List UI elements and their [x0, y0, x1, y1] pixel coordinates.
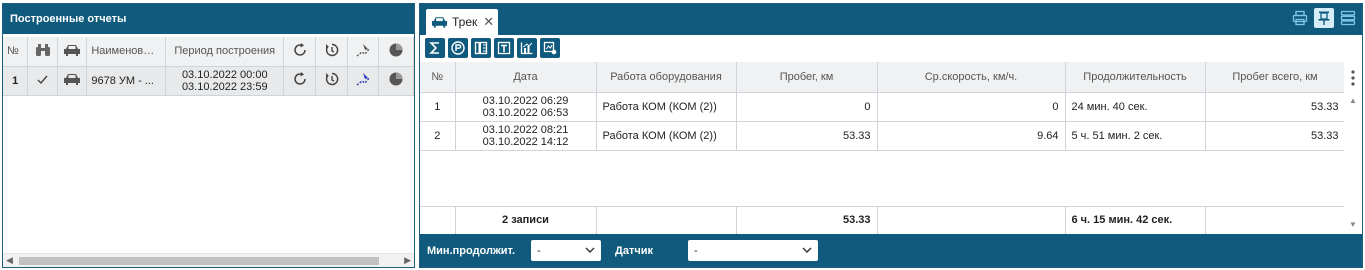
list-view-icon[interactable] — [1338, 8, 1358, 28]
timer-icon[interactable] — [315, 37, 349, 67]
row-duration: 24 мин. 40 сек. — [1065, 92, 1206, 122]
filter-bar: Мин.продолжит. - Датчик - — [420, 234, 1362, 267]
scroll-right-icon[interactable]: ▶ — [404, 255, 411, 266]
scrollbar-thumb[interactable] — [19, 257, 379, 265]
sensor-select[interactable]: - — [688, 240, 819, 261]
reports-header-row: № Наименов… Период построения — [3, 37, 414, 67]
scroll-left-icon[interactable]: ◀ — [6, 255, 13, 266]
track-header-row: № Дата Работа оборудования Пробег, км Ср… — [420, 62, 1346, 93]
col-date[interactable]: Дата — [455, 62, 597, 93]
tab-track[interactable]: Трек ✕ — [426, 9, 498, 35]
total-mileage: 53.33 — [736, 206, 878, 235]
row-work: Работа КОМ (КОМ (2)) — [596, 92, 737, 122]
panel-actions — [1290, 8, 1358, 28]
report-name[interactable]: 9678 УМ - ... — [86, 66, 167, 96]
row-date: 03.10.2022 06:29 03.10.2022 06:53 — [455, 92, 597, 122]
date-from: 03.10.2022 06:29 — [482, 94, 569, 107]
row-mileage: 53.33 — [736, 121, 878, 151]
refresh-icon[interactable] — [283, 37, 317, 67]
timer-icon[interactable] — [315, 66, 349, 96]
reports-table: № Наименов… Период построения 1 9678 УМ … — [3, 37, 414, 96]
pin-icon[interactable] — [1314, 8, 1334, 28]
col-mileage[interactable]: Пробег, км — [736, 62, 878, 93]
refresh-icon[interactable] — [283, 66, 317, 96]
total-count: 2 записи — [455, 206, 597, 235]
pie-chart-icon[interactable] — [378, 37, 414, 67]
car-icon — [431, 17, 448, 28]
date-from: 03.10.2022 08:21 — [482, 123, 569, 136]
chevron-down-icon — [585, 247, 595, 253]
close-icon[interactable]: ✕ — [483, 14, 494, 30]
columns-icon[interactable] — [471, 38, 491, 58]
row-number: 1 — [420, 92, 456, 122]
bar-chart-icon[interactable] — [517, 38, 537, 58]
tab-bar: Трек ✕ — [420, 4, 1362, 35]
scroll-up-icon[interactable]: ▲ — [1349, 96, 1357, 105]
period-from: 03.10.2022 00:00 — [181, 68, 268, 81]
horizontal-scrollbar[interactable]: ◀ ▶ — [3, 253, 414, 267]
col-work[interactable]: Работа оборудования — [596, 62, 737, 93]
print-icon[interactable] — [1290, 8, 1310, 28]
report-toolbar — [420, 35, 1362, 61]
report-period: 03.10.2022 00:00 03.10.2022 23:59 — [165, 66, 285, 96]
col-num[interactable]: № — [3, 37, 29, 67]
car-icon — [57, 66, 88, 96]
row-work: Работа КОМ (КОМ (2)) — [596, 121, 737, 151]
row-mileage-total: 53.33 — [1205, 92, 1346, 122]
min-duration-value: - — [537, 244, 541, 257]
total-blank — [1205, 206, 1346, 235]
row-date: 03.10.2022 08:21 03.10.2022 14:12 — [455, 121, 597, 151]
total-blank — [420, 206, 456, 235]
min-duration-select[interactable]: - — [531, 240, 602, 261]
car-icon[interactable] — [57, 37, 88, 67]
row-number: 2 — [420, 121, 456, 151]
empty-area — [420, 150, 1345, 207]
sensor-label: Датчик — [615, 244, 654, 257]
date-to: 03.10.2022 06:53 — [482, 106, 569, 119]
total-duration: 6 ч. 15 мин. 42 сек. — [1065, 206, 1206, 235]
table-row[interactable]: 2 03.10.2022 08:21 03.10.2022 14:12 Рабо… — [420, 121, 1346, 151]
route-icon[interactable] — [347, 37, 380, 67]
track-table: № Дата Работа оборудования Пробег, км Ср… — [420, 62, 1346, 235]
col-avg-speed[interactable]: Ср.скорость, км/ч. — [877, 62, 1066, 93]
period-to: 03.10.2022 23:59 — [181, 80, 268, 93]
col-mileage-total[interactable]: Пробег всего, км — [1205, 62, 1346, 93]
total-blank — [877, 206, 1066, 235]
scroll-down-icon[interactable]: ▼ — [1349, 220, 1357, 229]
text-icon[interactable] — [494, 38, 514, 58]
reports-panel: Построенные отчеты № Наименов… Период по… — [2, 3, 415, 268]
totals-row: 2 записи 53.33 6 ч. 15 мин. 42 сек. — [420, 206, 1346, 235]
sum-icon[interactable] — [425, 38, 445, 58]
vertical-scrollbar[interactable]: ▲ ▼ — [1344, 62, 1362, 236]
parking-icon[interactable] — [448, 38, 468, 58]
pie-chart-icon[interactable] — [378, 66, 414, 96]
col-period[interactable]: Период построения — [165, 37, 285, 67]
report-row[interactable]: 1 9678 УМ - ... 03.10.2022 00:00 03.10.2… — [3, 66, 414, 96]
sensor-value: - — [694, 244, 698, 257]
reports-panel-title: Построенные отчеты — [3, 4, 414, 34]
empty-space — [420, 150, 1345, 207]
column-menu-icon[interactable] — [1351, 70, 1355, 86]
chevron-down-icon — [802, 247, 812, 253]
row-avg-speed: 9.64 — [877, 121, 1066, 151]
row-checkbox[interactable] — [27, 66, 59, 96]
tab-track-label: Трек — [452, 15, 478, 29]
col-name[interactable]: Наименов… — [86, 37, 167, 67]
row-duration: 5 ч. 51 мин. 2 сек. — [1065, 121, 1206, 151]
row-mileage-total: 53.33 — [1205, 121, 1346, 151]
row-number: 1 — [3, 66, 29, 96]
row-avg-speed: 0 — [877, 92, 1066, 122]
total-blank — [596, 206, 737, 235]
date-to: 03.10.2022 14:12 — [482, 135, 569, 148]
route-icon[interactable] — [347, 66, 380, 96]
col-num[interactable]: № — [420, 62, 456, 93]
binoculars-icon[interactable] — [27, 37, 59, 67]
track-report-panel: Трек ✕ № Дата Работа оборудования Пробег… — [419, 3, 1363, 268]
table-row[interactable]: 1 03.10.2022 06:29 03.10.2022 06:53 Рабо… — [420, 92, 1346, 122]
min-duration-label: Мин.продолжит. — [427, 244, 516, 257]
chart-settings-icon[interactable] — [540, 38, 560, 58]
row-mileage: 0 — [736, 92, 878, 122]
col-duration[interactable]: Продолжительность — [1065, 62, 1206, 93]
